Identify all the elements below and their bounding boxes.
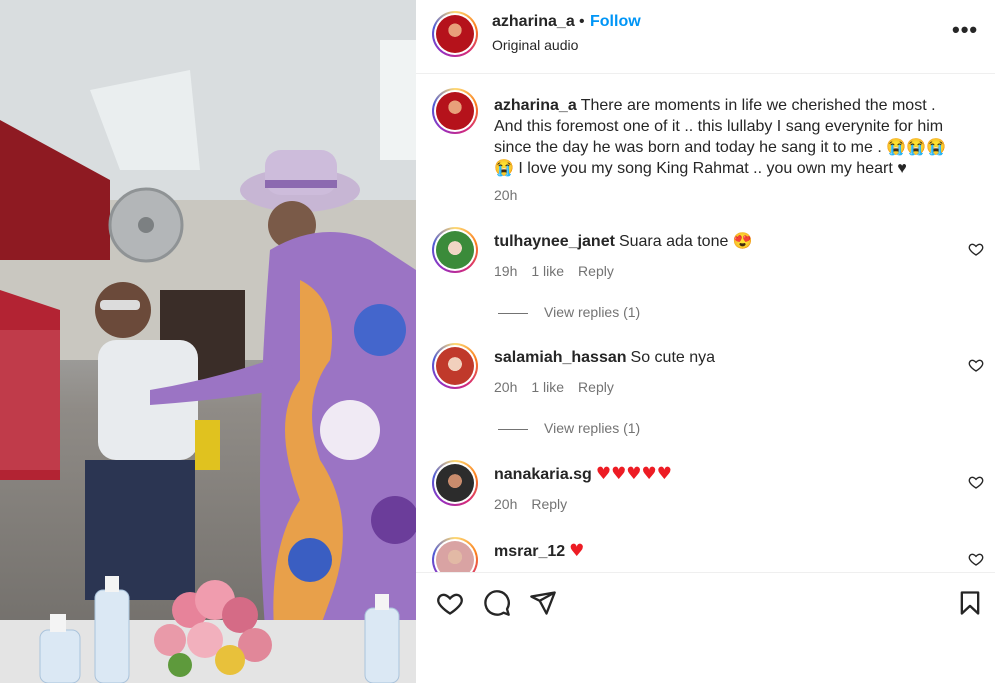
comment-meta: 20h 1 like Reply <box>494 379 628 395</box>
caption-username[interactable]: azharina_a <box>494 97 577 114</box>
follow-button[interactable]: Follow <box>590 13 641 31</box>
post-header: azharina_a • Follow Original audio ••• <box>416 0 995 74</box>
heart-icon[interactable] <box>436 589 464 617</box>
author-username[interactable]: azharina_a <box>492 13 575 31</box>
comment-avatar[interactable] <box>432 537 478 572</box>
paper-plane-icon[interactable] <box>529 589 557 617</box>
comment-avatar[interactable] <box>432 460 478 506</box>
caption-time[interactable]: 20h <box>494 187 517 203</box>
reply-button[interactable]: Reply <box>531 496 567 512</box>
comment-username[interactable]: salamiah_hassan <box>494 349 627 366</box>
comment-meta: 19h 1 like Reply <box>494 263 628 279</box>
comment-text: salamiah_hassan So cute nya <box>494 347 964 368</box>
view-replies-label: View replies (1) <box>544 420 641 436</box>
comments-list[interactable]: azharina_a There are moments in life we c… <box>416 75 995 572</box>
action-bar <box>416 572 995 632</box>
comment-text: tulhaynee_janet Suara ada tone 😍 <box>494 231 964 252</box>
heart-icon[interactable] <box>968 357 984 373</box>
video-frame <box>0 0 416 683</box>
comment-username[interactable]: tulhaynee_janet <box>494 233 615 250</box>
comment-time[interactable]: 20h <box>494 496 517 512</box>
comment-avatar[interactable] <box>432 343 478 389</box>
comment-likes[interactable]: 1 like <box>531 263 564 279</box>
view-replies-label: View replies (1) <box>544 304 641 320</box>
audio-label[interactable]: Original audio <box>492 37 578 53</box>
separator-dot: • <box>579 13 585 30</box>
comment-body: Suara ada tone 😍 <box>618 233 753 250</box>
comment-icon[interactable] <box>483 589 511 617</box>
comment-text: msrar_12 ♥ <box>494 541 964 562</box>
caption-avatar[interactable] <box>432 88 478 134</box>
comment-username[interactable]: nanakaria.sg <box>494 466 592 483</box>
reply-button[interactable]: Reply <box>578 379 614 395</box>
comment-avatar[interactable] <box>432 227 478 273</box>
heart-icon[interactable] <box>968 551 984 567</box>
comment-likes[interactable]: 1 like <box>531 379 564 395</box>
view-replies-button[interactable]: View replies (1) <box>498 420 640 436</box>
caption-meta: 20h <box>494 187 531 203</box>
comment-meta: 20h Reply <box>494 496 581 512</box>
post-video[interactable] <box>0 0 416 683</box>
heart-icon[interactable] <box>968 241 984 257</box>
author-avatar[interactable] <box>432 11 478 57</box>
comment-body: ♥♥♥♥♥ <box>595 464 673 484</box>
comment-time[interactable]: 19h <box>494 263 517 279</box>
comment-time[interactable]: 20h <box>494 379 517 395</box>
post-side-panel: azharina_a • Follow Original audio ••• a… <box>416 0 995 683</box>
heart-icon[interactable] <box>968 474 984 490</box>
reply-button[interactable]: Reply <box>578 263 614 279</box>
comment-body: ♥ <box>569 541 585 561</box>
comment-text: nanakaria.sg ♥♥♥♥♥ <box>494 464 964 485</box>
view-replies-button[interactable]: View replies (1) <box>498 304 640 320</box>
comment-body: So cute nya <box>630 349 716 366</box>
more-options-icon[interactable]: ••• <box>952 19 982 45</box>
replies-line <box>498 312 528 314</box>
bookmark-icon[interactable] <box>956 589 984 617</box>
replies-line <box>498 428 528 430</box>
comment-username[interactable]: msrar_12 <box>494 543 565 560</box>
caption-text: azharina_a There are moments in life we c… <box>494 95 964 179</box>
